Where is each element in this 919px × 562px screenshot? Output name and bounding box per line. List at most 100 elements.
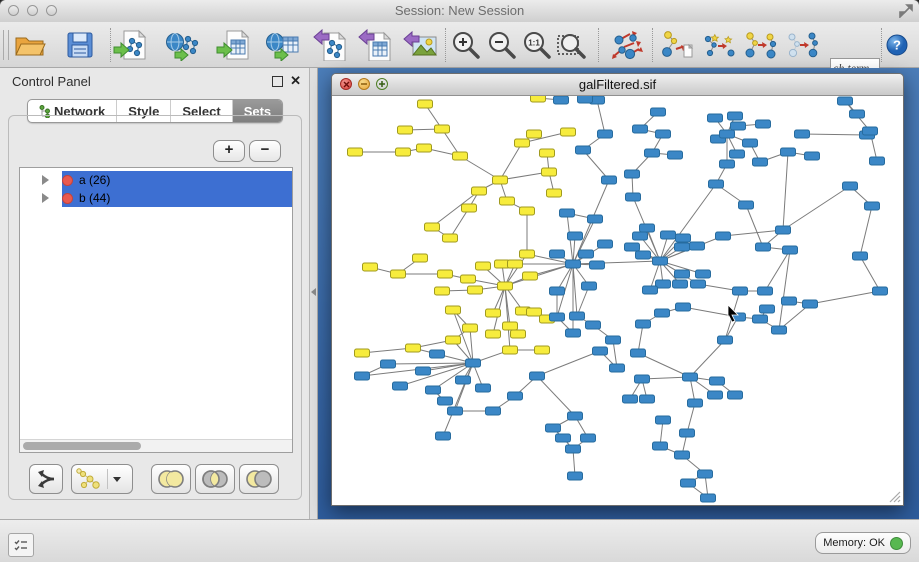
union-sets-button[interactable] <box>151 464 191 494</box>
graph-node <box>406 344 421 352</box>
set-label: b (44) <box>79 191 110 205</box>
window-title: Session: New Session <box>0 3 919 18</box>
graph-node <box>438 397 453 405</box>
open-folder-icon <box>14 32 46 58</box>
graph-node <box>530 372 545 380</box>
import-table-file-button[interactable] <box>216 28 250 62</box>
graph-node <box>486 330 501 338</box>
graph-node <box>498 282 513 290</box>
new-network-selected-nodes-edges-button[interactable] <box>702 28 736 62</box>
split-set-button[interactable] <box>29 464 63 494</box>
graph-node <box>668 151 683 159</box>
graph-node <box>873 287 888 295</box>
expand-arrow-icon[interactable] <box>42 175 49 185</box>
graph-node <box>803 300 818 308</box>
new-network-selected-nodes-all-edges-button[interactable] <box>744 28 778 62</box>
difference-sets-button[interactable] <box>239 464 279 494</box>
network-window[interactable]: galFiltered.sif <box>331 73 904 506</box>
graph-node <box>739 201 754 209</box>
horizontal-scrollbar[interactable] <box>20 439 292 452</box>
intersect-sets-button[interactable] <box>195 464 235 494</box>
graph-node <box>865 202 880 210</box>
network-desktop: galFiltered.sif <box>318 68 919 519</box>
remove-set-button[interactable]: − <box>249 140 281 162</box>
toolbar-separator <box>652 28 653 62</box>
graph-node <box>578 96 593 103</box>
graph-node <box>640 395 655 403</box>
set-row-a[interactable]: a (26) <box>20 171 292 189</box>
graph-node <box>348 148 363 156</box>
dropdown-arrow-icon[interactable] <box>113 477 121 482</box>
task-history-button[interactable] <box>8 533 34 557</box>
help-button[interactable]: ? <box>884 28 910 62</box>
apply-layout-button[interactable] <box>610 28 644 62</box>
set-color-dot <box>62 193 73 204</box>
clone-network-icon <box>786 29 820 61</box>
graph-node <box>550 287 565 295</box>
export-network-button[interactable] <box>313 28 347 62</box>
set-row-b[interactable]: b (44) <box>20 189 292 207</box>
float-panel-icon[interactable] <box>272 76 283 87</box>
graph-node <box>661 231 676 239</box>
collapse-panel-arrow-icon[interactable] <box>311 288 316 296</box>
sets-list: a (26) b (44) <box>19 167 293 453</box>
zoom-actual-size-button[interactable]: 1:1 <box>520 28 554 62</box>
import-table-web-button[interactable] <box>266 28 300 62</box>
graph-node <box>636 320 651 328</box>
save-session-button[interactable] <box>63 28 97 62</box>
graph-node <box>500 197 515 205</box>
set-label: a (26) <box>79 173 110 187</box>
zoom-selected-button[interactable] <box>555 28 589 62</box>
graph-node <box>503 322 518 330</box>
graph-node <box>456 376 471 384</box>
graph-node <box>631 349 646 357</box>
graph-node <box>398 126 413 134</box>
graph-node <box>758 287 773 295</box>
export-table-button[interactable] <box>358 28 392 62</box>
zoom-in-button[interactable] <box>449 28 483 62</box>
control-panel: Control Panel ✕ Network Style Select Set… <box>0 68 310 519</box>
graph-node <box>581 434 596 442</box>
graph-node <box>730 150 745 158</box>
graph-node <box>863 127 878 135</box>
add-set-button[interactable]: + <box>213 140 245 162</box>
network-window-titlebar[interactable]: galFiltered.sif <box>332 74 903 96</box>
graph-node <box>701 494 716 502</box>
memory-status-button[interactable]: Memory: OK <box>815 532 911 554</box>
graph-node <box>691 280 706 288</box>
resize-grip[interactable] <box>888 490 901 503</box>
graph-node <box>527 308 542 316</box>
open-session-button[interactable] <box>13 28 47 62</box>
graph-node <box>520 250 535 258</box>
import-network-file-button[interactable] <box>113 28 147 62</box>
import-network-web-button[interactable] <box>166 28 200 62</box>
fullscreen-icon[interactable] <box>899 4 913 23</box>
control-panel-title: Control Panel <box>12 74 91 89</box>
svg-text:?: ? <box>893 38 901 53</box>
graph-node <box>438 270 453 278</box>
graph-node <box>462 204 477 212</box>
clone-network-button[interactable] <box>786 28 820 62</box>
panel-divider[interactable] <box>310 68 318 519</box>
network-graph[interactable] <box>332 96 903 505</box>
scrollbar-thumb[interactable] <box>23 442 141 450</box>
graph-node <box>463 324 478 332</box>
create-set-from-network-button[interactable] <box>71 464 133 494</box>
graph-node <box>515 139 530 147</box>
new-network-from-selection-file-button[interactable] <box>660 28 694 62</box>
graph-node <box>598 130 613 138</box>
graph-node <box>643 286 658 294</box>
toolbar-grip[interactable] <box>3 30 9 60</box>
graph-node <box>418 100 433 108</box>
expand-arrow-icon[interactable] <box>42 193 49 203</box>
export-image-button[interactable] <box>403 28 437 62</box>
zoom-out-button[interactable] <box>485 28 519 62</box>
graph-node <box>453 152 468 160</box>
graph-node <box>838 97 853 105</box>
network-view[interactable] <box>332 96 903 505</box>
graph-node <box>561 128 576 136</box>
graph-node <box>656 130 671 138</box>
close-panel-icon[interactable]: ✕ <box>290 73 301 89</box>
graph-node <box>476 262 491 270</box>
graph-node <box>696 270 711 278</box>
